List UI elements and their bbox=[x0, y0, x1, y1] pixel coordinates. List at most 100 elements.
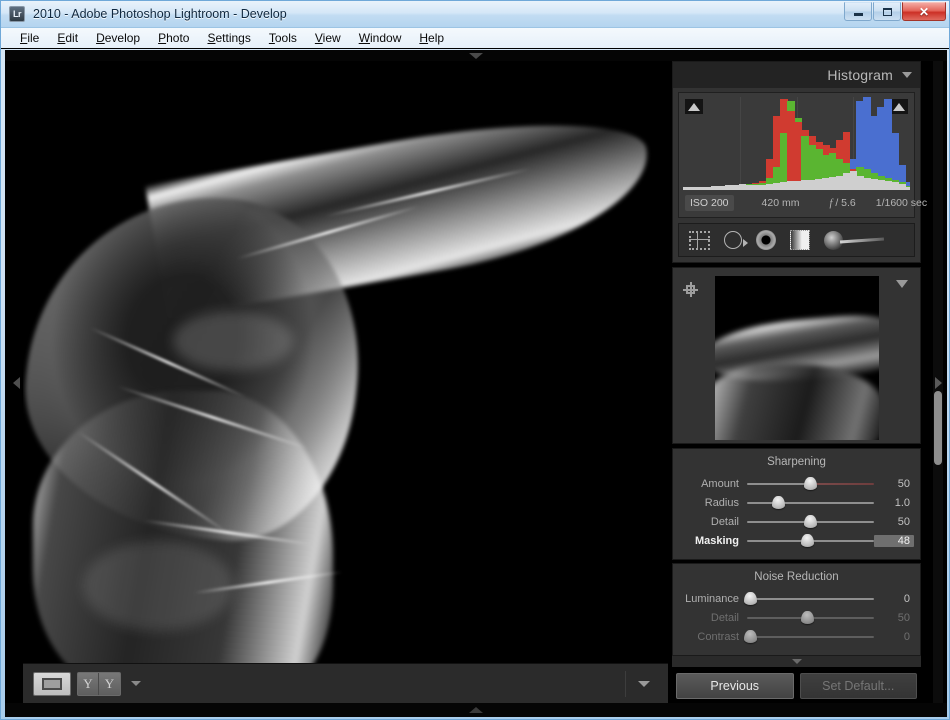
window-title: 2010 - Adobe Photoshop Lightroom - Devel… bbox=[33, 7, 287, 21]
slider-track[interactable] bbox=[747, 495, 874, 511]
develop-tool-strip bbox=[678, 223, 915, 257]
adjustment-brush-tool-icon[interactable] bbox=[824, 230, 885, 250]
right-panel: Histogram ISO 200 420 mm f / 5.6 1/1600 … bbox=[672, 61, 927, 703]
spot-removal-tool-icon[interactable] bbox=[724, 231, 748, 249]
chevron-up-icon bbox=[469, 707, 483, 713]
slider-thumb[interactable] bbox=[801, 610, 815, 624]
slider-value[interactable]: 0 bbox=[874, 631, 914, 643]
chevron-down-icon[interactable] bbox=[902, 72, 912, 78]
panel-expand-toggle[interactable] bbox=[672, 656, 921, 667]
chevron-left-icon bbox=[12, 377, 20, 389]
maximize-button[interactable] bbox=[873, 2, 901, 21]
slider-value[interactable]: 48 bbox=[874, 534, 914, 547]
slider-thumb[interactable] bbox=[772, 495, 786, 509]
slider-track[interactable] bbox=[744, 591, 874, 607]
set-default-button[interactable]: Set Default... bbox=[799, 673, 917, 699]
window-controls: ✕ bbox=[844, 2, 946, 21]
slider-thumb[interactable] bbox=[804, 514, 817, 528]
slider-label: Detail bbox=[710, 515, 739, 528]
right-panel-toggle[interactable] bbox=[931, 370, 945, 396]
detail-preview-thumbnail[interactable] bbox=[714, 275, 879, 440]
chevron-right-icon bbox=[934, 377, 942, 389]
compare-mode-chevron-down-icon[interactable] bbox=[131, 681, 141, 686]
slider-value[interactable]: 50 bbox=[874, 478, 914, 490]
scrollbar-thumb[interactable] bbox=[934, 391, 942, 465]
slider-row[interactable]: Detail 50 bbox=[673, 512, 920, 531]
menu-tools[interactable]: Tools bbox=[260, 30, 306, 46]
highlight-clipping-indicator[interactable] bbox=[890, 99, 908, 114]
close-icon: ✕ bbox=[918, 4, 930, 19]
slider-row[interactable]: Detail 50 bbox=[673, 608, 920, 627]
slider-row[interactable]: Luminance 0 bbox=[673, 589, 920, 608]
histogram-plot[interactable] bbox=[683, 97, 910, 190]
slider-value[interactable]: 50 bbox=[874, 516, 914, 528]
menu-window[interactable]: Window bbox=[350, 30, 411, 46]
detail-panel-chevron-down-icon[interactable] bbox=[896, 280, 908, 288]
menu-develop[interactable]: Develop bbox=[87, 30, 149, 46]
panel-action-buttons: Previous Set Default... bbox=[672, 667, 921, 703]
slider-value[interactable]: 0 bbox=[874, 593, 914, 605]
loupe-icon bbox=[42, 677, 62, 690]
slider-track[interactable] bbox=[747, 610, 874, 626]
thumb-lower-shape bbox=[714, 363, 879, 440]
before-after-compare-button[interactable]: Y Y bbox=[77, 671, 121, 696]
red-eye-correction-tool-icon[interactable] bbox=[756, 230, 776, 250]
slider-line bbox=[747, 635, 874, 638]
slider-row[interactable]: Radius 1.0 bbox=[673, 493, 920, 512]
slider-thumb[interactable] bbox=[744, 629, 758, 643]
menu-settings[interactable]: Settings bbox=[198, 30, 259, 46]
slider-thumb[interactable] bbox=[801, 533, 815, 547]
crop-overlay-tool-icon[interactable] bbox=[689, 230, 710, 250]
compare-icon: Y Y bbox=[78, 672, 120, 695]
iso-value[interactable]: ISO 200 bbox=[685, 195, 734, 211]
application-window: Lr 2010 - Adobe Photoshop Lightroom - De… bbox=[0, 0, 950, 720]
sharpening-title: Sharpening bbox=[767, 456, 826, 469]
loupe-view-button[interactable] bbox=[33, 671, 71, 696]
chevron-down-icon bbox=[469, 52, 483, 59]
menu-file[interactable]: File bbox=[11, 30, 48, 46]
top-panel-toggle[interactable] bbox=[5, 50, 947, 61]
histogram-header[interactable]: Histogram bbox=[673, 62, 920, 88]
slider-label: Masking bbox=[694, 534, 739, 547]
menu-view[interactable]: View bbox=[306, 30, 350, 46]
slider-label: Amount bbox=[701, 477, 739, 490]
sharpening-panel: Sharpening Amount 50 Radius 1.0 Detail 50 Mask… bbox=[672, 448, 921, 561]
noise-reduction-slider-rows: Luminance 0 Detail 50 Contrast 0 bbox=[673, 589, 920, 646]
menu-help[interactable]: Help bbox=[410, 30, 453, 46]
left-panel-toggle[interactable] bbox=[9, 370, 23, 396]
previous-button[interactable]: Previous bbox=[676, 673, 794, 699]
bottom-panel-toggle[interactable] bbox=[5, 703, 947, 717]
slider-row[interactable]: Masking 48 bbox=[673, 531, 920, 550]
image-preview-stage[interactable] bbox=[23, 61, 668, 663]
slider-value[interactable]: 1.0 bbox=[874, 497, 914, 509]
menu-edit[interactable]: Edit bbox=[48, 30, 87, 46]
slider-track[interactable] bbox=[747, 533, 874, 549]
detail-preview-panel bbox=[672, 267, 921, 445]
texture-blob bbox=[173, 311, 293, 371]
slider-row[interactable]: Contrast 0 bbox=[673, 627, 920, 646]
sharpening-target-crosshair-icon[interactable] bbox=[683, 282, 698, 297]
close-button[interactable]: ✕ bbox=[902, 2, 946, 21]
focal-length-value[interactable]: 420 mm bbox=[762, 197, 800, 209]
exif-metadata-row: ISO 200 420 mm f / 5.6 1/1600 sec bbox=[683, 193, 927, 213]
sharpening-slider-rows: Amount 50 Radius 1.0 Detail 50 Masking 48 bbox=[673, 474, 920, 550]
minimize-button[interactable] bbox=[844, 2, 872, 21]
compare-right-label: Y bbox=[104, 675, 115, 691]
graduated-filter-tool-icon[interactable] bbox=[790, 230, 810, 250]
slider-thumb[interactable] bbox=[804, 476, 817, 490]
noise-reduction-title: Noise Reduction bbox=[754, 571, 839, 584]
sharpening-mask-image bbox=[23, 61, 668, 663]
slider-value[interactable]: 50 bbox=[874, 612, 914, 624]
slider-row[interactable]: Amount 50 bbox=[673, 474, 920, 493]
slider-track[interactable] bbox=[747, 514, 874, 530]
content-area: Y Y bbox=[23, 61, 668, 703]
menu-photo[interactable]: Photo bbox=[149, 30, 198, 46]
aperture-value[interactable]: f / 5.6 bbox=[829, 197, 855, 209]
shutter-speed-value[interactable]: 1/1600 sec bbox=[876, 197, 927, 209]
slider-track[interactable] bbox=[747, 476, 874, 492]
slider-track[interactable] bbox=[744, 629, 874, 645]
shadow-clipping-indicator[interactable] bbox=[685, 99, 703, 114]
slider-thumb[interactable] bbox=[744, 591, 758, 605]
toolbar-options-chevron-down-icon[interactable] bbox=[638, 681, 650, 687]
histogram-title: Histogram bbox=[827, 67, 893, 83]
